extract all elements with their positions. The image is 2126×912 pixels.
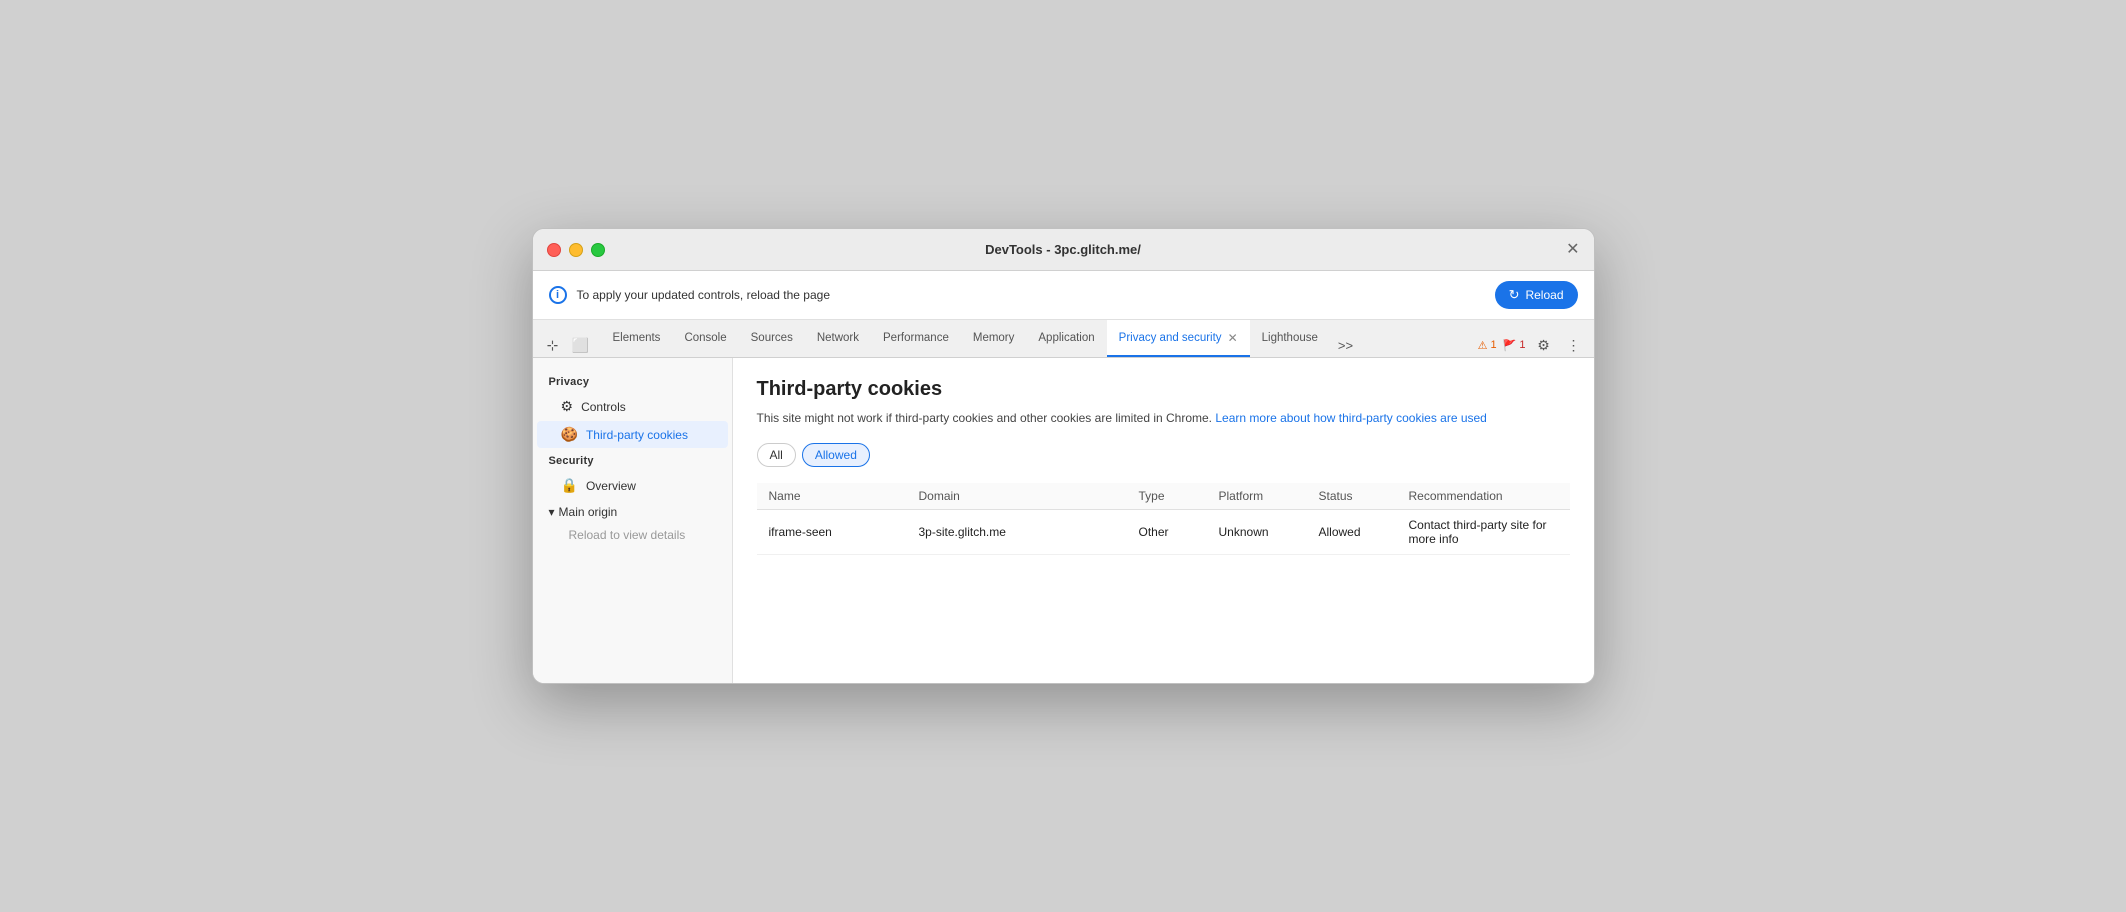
panel: Third-party cookies This site might not … (733, 358, 1594, 683)
sidebar-reload-details: Reload to view details (533, 524, 732, 546)
tab-close-icon[interactable]: ✕ (1228, 331, 1238, 345)
cell-platform: Unknown (1207, 510, 1307, 555)
devtools-window: DevTools - 3pc.glitch.me/ ✕ i To apply y… (532, 228, 1595, 684)
sidebar-item-controls[interactable]: ⚙ Controls (537, 393, 728, 420)
sidebar-main-origin[interactable]: ▾ Main origin (533, 500, 732, 524)
device-toolbar-icon[interactable]: ⬜ (569, 333, 593, 357)
tab-sources[interactable]: Sources (739, 320, 805, 357)
filter-row: All Allowed (757, 443, 1570, 467)
security-section-label: Security (533, 449, 732, 471)
more-tabs-button[interactable]: >> (1330, 334, 1361, 357)
cookie-icon: 🍪 (561, 426, 578, 443)
maximize-button[interactable] (591, 243, 605, 257)
sidebar-item-overview[interactable]: 🔒 Overview (537, 472, 728, 499)
reload-icon: ↻ (1509, 287, 1520, 303)
tab-console[interactable]: Console (672, 320, 738, 357)
close-button[interactable] (547, 243, 561, 257)
warning-icon: ⚠ (1478, 339, 1488, 352)
error-icon: 🚩 (1503, 339, 1517, 352)
tab-network[interactable]: Network (805, 320, 871, 357)
cell-domain: 3p-site.glitch.me (907, 510, 1127, 555)
panel-title: Third-party cookies (757, 378, 1570, 401)
settings-icon[interactable]: ⚙ (1532, 333, 1556, 357)
minimize-button[interactable] (569, 243, 583, 257)
main-origin-label: Main origin (559, 505, 618, 519)
cell-status: Allowed (1307, 510, 1397, 555)
cell-name: iframe-seen (757, 510, 907, 555)
tab-lighthouse[interactable]: Lighthouse (1250, 320, 1330, 357)
tab-performance[interactable]: Performance (871, 320, 961, 357)
filter-all-button[interactable]: All (757, 443, 796, 467)
col-header-recommendation: Recommendation (1397, 483, 1570, 510)
error-badge[interactable]: 🚩 1 (1503, 339, 1526, 352)
col-header-status: Status (1307, 483, 1397, 510)
panel-description-text: This site might not work if third-party … (757, 411, 1213, 425)
window-title: DevTools - 3pc.glitch.me/ (985, 242, 1141, 257)
devtools-close-button[interactable]: ✕ (1566, 242, 1579, 258)
tab-application[interactable]: Application (1026, 320, 1106, 357)
traffic-lights (547, 243, 605, 257)
col-header-platform: Platform (1207, 483, 1307, 510)
toolbar-right: ⚠ 1 🚩 1 ⚙ ⋮ (1478, 333, 1586, 357)
tab-memory[interactable]: Memory (961, 320, 1027, 357)
privacy-section-label: Privacy (533, 370, 732, 392)
warning-badge[interactable]: ⚠ 1 (1478, 339, 1497, 352)
cookies-table: Name Domain Type Platform Status Recomme… (757, 483, 1570, 555)
error-count: 1 (1519, 339, 1525, 351)
col-header-type: Type (1127, 483, 1207, 510)
title-bar: DevTools - 3pc.glitch.me/ ✕ (533, 229, 1594, 271)
table-body: iframe-seen 3p-site.glitch.me Other Unkn… (757, 510, 1570, 555)
banner-text: To apply your updated controls, reload t… (577, 288, 1485, 302)
more-options-icon[interactable]: ⋮ (1562, 333, 1586, 357)
tab-privacy[interactable]: Privacy and security ✕ (1107, 320, 1250, 357)
table-row[interactable]: iframe-seen 3p-site.glitch.me Other Unkn… (757, 510, 1570, 555)
tab-elements[interactable]: Elements (601, 320, 673, 357)
cell-recommendation: Contact third-party site for more info (1397, 510, 1570, 555)
gear-icon: ⚙ (561, 398, 574, 415)
info-icon: i (549, 286, 567, 304)
sidebar: Privacy ⚙ Controls 🍪 Third-party cookies… (533, 358, 733, 683)
warning-count: 1 (1491, 339, 1497, 351)
inspect-element-icon[interactable]: ⊹ (541, 333, 565, 357)
tabs-container: Elements Console Sources Network Perform… (601, 320, 1470, 357)
chevron-down-icon: ▾ (549, 505, 555, 519)
sidebar-item-overview-label: Overview (586, 479, 636, 493)
reload-banner: i To apply your updated controls, reload… (533, 271, 1594, 320)
filter-allowed-button[interactable]: Allowed (802, 443, 870, 467)
col-header-domain: Domain (907, 483, 1127, 510)
panel-description: This site might not work if third-party … (757, 409, 1570, 427)
sidebar-item-controls-label: Controls (581, 400, 626, 414)
reload-button[interactable]: ↻ Reload (1495, 281, 1578, 309)
col-header-name: Name (757, 483, 907, 510)
cell-type: Other (1127, 510, 1207, 555)
sidebar-item-third-party-cookies[interactable]: 🍪 Third-party cookies (537, 421, 728, 448)
reload-label: Reload (1525, 288, 1563, 302)
tab-bar: ⊹ ⬜ Elements Console Sources Network Per… (533, 320, 1594, 358)
learn-more-link[interactable]: Learn more about how third-party cookies… (1215, 411, 1486, 425)
table-header: Name Domain Type Platform Status Recomme… (757, 483, 1570, 510)
sidebar-item-cookies-label: Third-party cookies (586, 428, 688, 442)
main-content: Privacy ⚙ Controls 🍪 Third-party cookies… (533, 358, 1594, 683)
toolbar-left: ⊹ ⬜ (541, 333, 593, 357)
lock-icon: 🔒 (561, 477, 578, 494)
